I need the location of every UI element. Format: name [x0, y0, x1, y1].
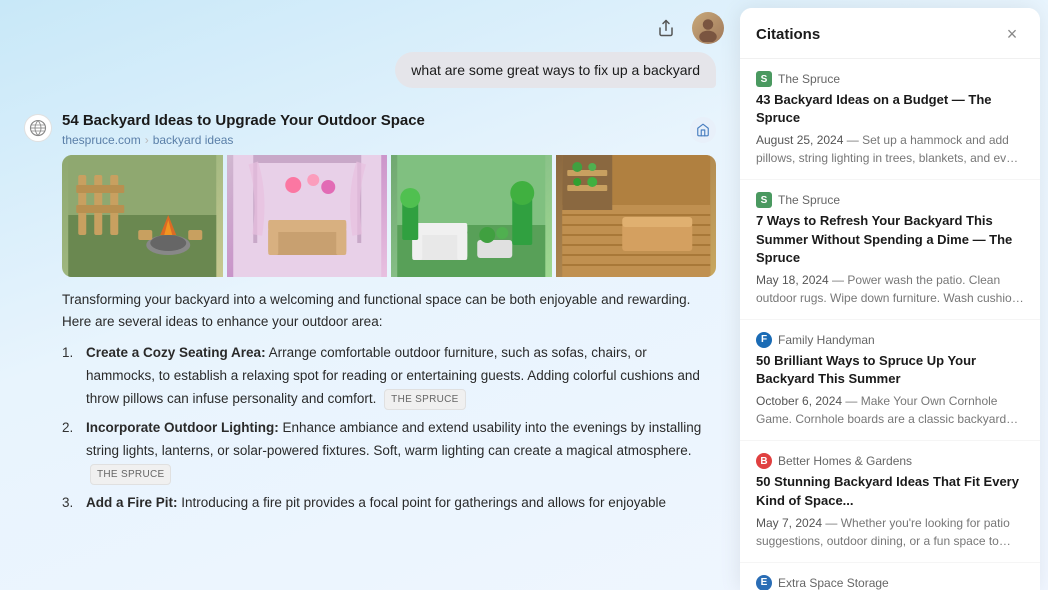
list-item: 1. Create a Cozy Seating Area: Arrange c…: [62, 342, 716, 411]
close-citations-button[interactable]: ×: [1000, 22, 1024, 46]
ai-response: 54 Backyard Ideas to Upgrade Your Outdoo…: [24, 112, 716, 521]
citation-title: 50 Brilliant Ways to Spruce Up Your Back…: [756, 352, 1024, 388]
citations-title: Citations: [756, 26, 820, 43]
citation-source-row: E Extra Space Storage: [756, 575, 1024, 590]
list-title-1: Create a Cozy Seating Area:: [86, 345, 266, 360]
citation-item[interactable]: B Better Homes & Gardens 50 Stunning Bac…: [740, 441, 1040, 562]
list-item: 3. Add a Fire Pit: Introducing a fire pi…: [62, 492, 716, 515]
citation-source-name: The Spruce: [778, 193, 840, 207]
list-content-2: Incorporate Outdoor Lighting: Enhance am…: [86, 417, 716, 486]
citation-source-name: The Spruce: [778, 72, 840, 86]
citation-snippet: August 25, 2024 — Set up a hammock and a…: [756, 131, 1024, 167]
citation-date: August 25, 2024: [756, 133, 843, 147]
source-link-row: 54 Backyard Ideas to Upgrade Your Outdoo…: [62, 112, 716, 147]
list-body-3: Introducing a fire pit provides a focal …: [181, 495, 666, 510]
citation-source-row: F Family Handyman: [756, 332, 1024, 348]
citation-item[interactable]: S The Spruce 7 Ways to Refresh Your Back…: [740, 180, 1040, 320]
citation-date: May 18, 2024: [756, 273, 829, 287]
ai-title: 54 Backyard Ideas to Upgrade Your Outdoo…: [62, 112, 425, 129]
source-url[interactable]: thespruce.com › backyard ideas: [62, 133, 425, 147]
citation-source-name: Extra Space Storage: [778, 576, 889, 590]
user-message-text: what are some great ways to fix up a bac…: [411, 62, 700, 78]
citation-source-name: Family Handyman: [778, 333, 875, 347]
citation-title: 50 Stunning Backyard Ideas That Fit Ever…: [756, 473, 1024, 509]
home-icon-button[interactable]: [690, 117, 716, 143]
citation-source-row: B Better Homes & Gardens: [756, 453, 1024, 469]
citation-date: October 6, 2024: [756, 394, 842, 408]
citation-date: May 7, 2024: [756, 516, 822, 530]
top-bar: [0, 0, 740, 52]
citation-favicon: E: [756, 575, 772, 590]
source-path: backyard ideas: [153, 133, 234, 147]
chat-area: what are some great ways to fix up a bac…: [0, 52, 740, 590]
citation-item[interactable]: S The Spruce 43 Backyard Ideas on a Budg…: [740, 59, 1040, 180]
citation-snippet: May 18, 2024 — Power wash the patio. Cle…: [756, 271, 1024, 307]
image-4: [556, 155, 717, 277]
user-message: what are some great ways to fix up a bac…: [24, 52, 716, 88]
list-title-2: Incorporate Outdoor Lighting:: [86, 420, 279, 435]
citation-title: 7 Ways to Refresh Your Backyard This Sum…: [756, 212, 1024, 267]
citation-item[interactable]: E Extra Space Storage Your DIY Guide to …: [740, 563, 1040, 590]
citation-source-row: S The Spruce: [756, 192, 1024, 208]
list-num: 1.: [62, 342, 80, 411]
response-list: 1. Create a Cozy Seating Area: Arrange c…: [62, 342, 716, 515]
citations-list: S The Spruce 43 Backyard Ideas on a Budg…: [740, 59, 1040, 590]
list-item: 2. Incorporate Outdoor Lighting: Enhance…: [62, 417, 716, 486]
source-domain: thespruce.com: [62, 133, 141, 147]
citation-source-name: Better Homes & Gardens: [778, 454, 912, 468]
citation-favicon: B: [756, 453, 772, 469]
citation-snippet: May 7, 2024 — Whether you're looking for…: [756, 514, 1024, 550]
citation-favicon: S: [756, 71, 772, 87]
list-num-3: 3.: [62, 492, 80, 515]
citations-header: Citations ×: [740, 8, 1040, 59]
citation-snippet: October 6, 2024 — Make Your Own Cornhole…: [756, 392, 1024, 428]
list-content-1: Create a Cozy Seating Area: Arrange comf…: [86, 342, 716, 411]
citation-item[interactable]: F Family Handyman 50 Brilliant Ways to S…: [740, 320, 1040, 441]
list-content-3: Add a Fire Pit: Introducing a fire pit p…: [86, 492, 666, 515]
image-grid: [62, 155, 716, 277]
ai-content: 54 Backyard Ideas to Upgrade Your Outdoo…: [62, 112, 716, 521]
avatar[interactable]: [692, 12, 724, 44]
image-1: [62, 155, 223, 277]
list-num-2: 2.: [62, 417, 80, 486]
citation-favicon: F: [756, 332, 772, 348]
citation-source-row: S The Spruce: [756, 71, 1024, 87]
breadcrumb-sep: ›: [145, 133, 149, 147]
image-3: [391, 155, 552, 277]
citations-panel: Citations × S The Spruce 43 Backyard Ide…: [740, 8, 1040, 590]
user-bubble: what are some great ways to fix up a bac…: [395, 52, 716, 88]
ai-icon: [24, 114, 52, 142]
citation-badge-2[interactable]: THE SPRUCE: [90, 464, 171, 485]
citation-favicon: S: [756, 192, 772, 208]
citation-badge-1[interactable]: THE SPRUCE: [384, 389, 465, 410]
list-title-3: Add a Fire Pit:: [86, 495, 178, 510]
main-area: what are some great ways to fix up a bac…: [0, 0, 740, 590]
citation-title: 43 Backyard Ideas on a Budget — The Spru…: [756, 91, 1024, 127]
close-label: ×: [1007, 25, 1018, 43]
response-text: Transforming your backyard into a welcom…: [62, 289, 716, 332]
image-2: [227, 155, 388, 277]
share-button[interactable]: [650, 12, 682, 44]
